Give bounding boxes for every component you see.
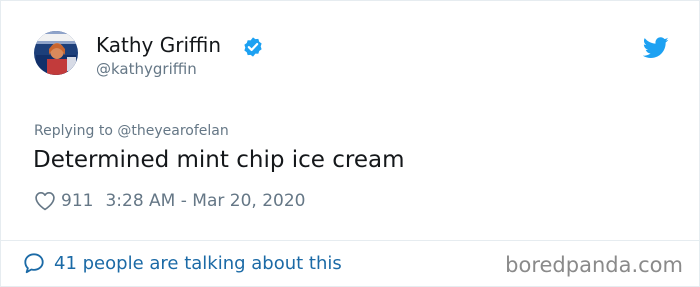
replying-to: Replying to @theyearofelan [34,123,229,139]
tweet-timestamp[interactable]: 3:28 AM - Mar 20, 2020 [105,191,305,211]
avatar-image [34,31,78,75]
like-count: 911 [61,191,94,211]
heart-icon[interactable] [34,191,56,211]
watermark: boredpanda.com [505,253,683,277]
author-name[interactable]: Kathy Griffin [96,32,221,58]
avatar[interactable] [34,31,78,75]
tweet-text: Determined mint chip ice cream [33,147,405,173]
conversation-link-label: 41 people are talking about this [54,252,342,274]
verified-icon [244,37,262,57]
tweet-card: Kathy Griffin @kathygriffin Replying to … [0,0,700,287]
twitter-bird-icon[interactable] [643,37,669,59]
conversation-link[interactable]: 41 people are talking about this [23,252,342,274]
author-handle[interactable]: @kathygriffin [96,59,197,79]
speech-bubble-icon [24,253,44,274]
footer-divider [1,240,699,241]
tweet-meta: 911 3:28 AM - Mar 20, 2020 [34,189,305,213]
